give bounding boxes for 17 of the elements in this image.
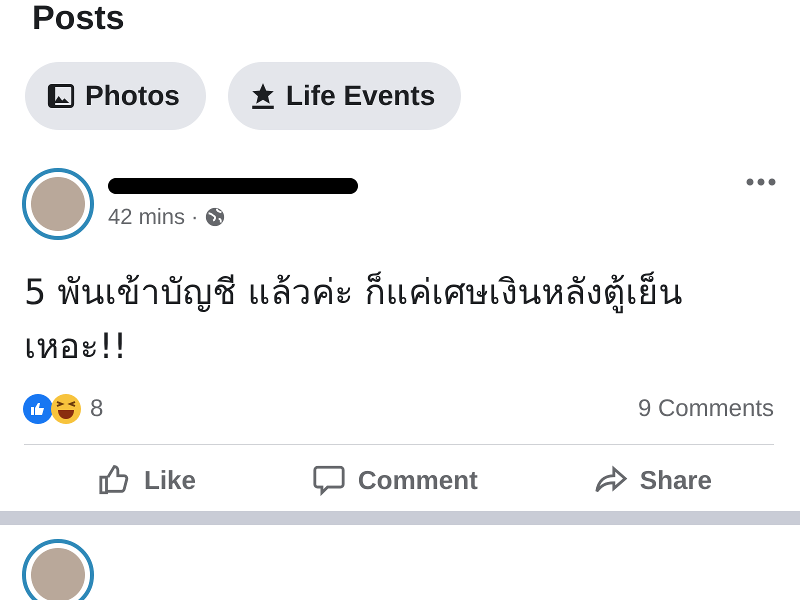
post-text: 5 พันเข้าบัญชี แล้วค่ะ ก็แค่เศษเงินหลังตู้เย็น เหอะ!! (24, 270, 684, 369)
reaction-icons[interactable] (22, 392, 84, 426)
dot-separator: · (191, 204, 198, 230)
star-icon (250, 82, 276, 110)
more-icon[interactable] (746, 178, 776, 186)
action-button[interactable]: Like (88, 455, 206, 505)
action-button[interactable]: Share (584, 455, 722, 505)
filter-button[interactable]: Photos (25, 62, 206, 130)
avatar[interactable] (22, 539, 94, 600)
section-title: Posts (32, 0, 126, 36)
reaction-count[interactable]: 8 (90, 395, 104, 423)
action-button[interactable]: Comment (302, 455, 488, 505)
photos-icon (47, 82, 75, 110)
post-time[interactable]: 42 mins (108, 204, 186, 230)
filter-button[interactable]: Life Events (228, 62, 462, 130)
comment-count[interactable]: 9 Comments (638, 395, 774, 423)
speech-bubble-icon (312, 463, 346, 497)
